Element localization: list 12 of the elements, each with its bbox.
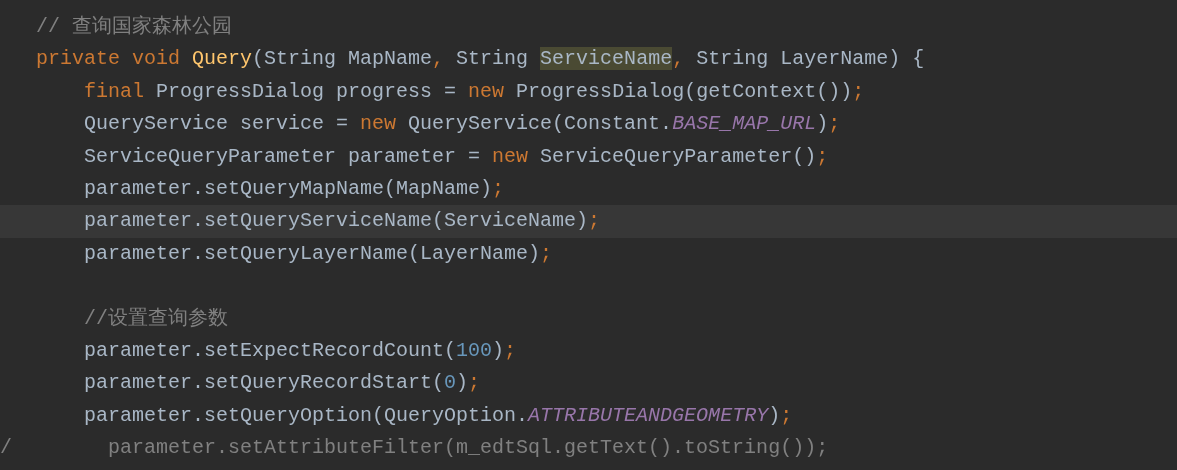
code-line: //设置查询参数: [83, 305, 230, 332]
code-line: parameter.setQueryMapName(MapName);: [83, 175, 506, 202]
code-line: parameter.setQueryLayerName(LayerName);: [83, 240, 554, 267]
code-line: parameter.setQueryRecordStart(0);: [83, 370, 482, 397]
code-line: parameter.setQueryOption(QueryOption.ATTRIBUTEANDGEOMETRY);: [83, 402, 794, 429]
code-line: private void Query(String MapName, String ServiceName, String LayerName) {: [35, 46, 926, 73]
code-line: final ProgressDialog progress = new ProgressDialog(getContext());: [83, 78, 866, 105]
code-line: ServiceQueryParameter parameter = new ServiceQueryParameter();: [83, 143, 830, 170]
code-line: // 查询国家森林公园: [35, 14, 233, 40]
code-line: QueryService service = new QueryService(Constant.BASE_MAP_URL);: [83, 111, 842, 138]
code-line: / parameter.setAttributeFilter(m_edtSql.getText().toString());: [0, 435, 830, 462]
code-line: parameter.setExpectRecordCount(100);: [83, 337, 518, 364]
